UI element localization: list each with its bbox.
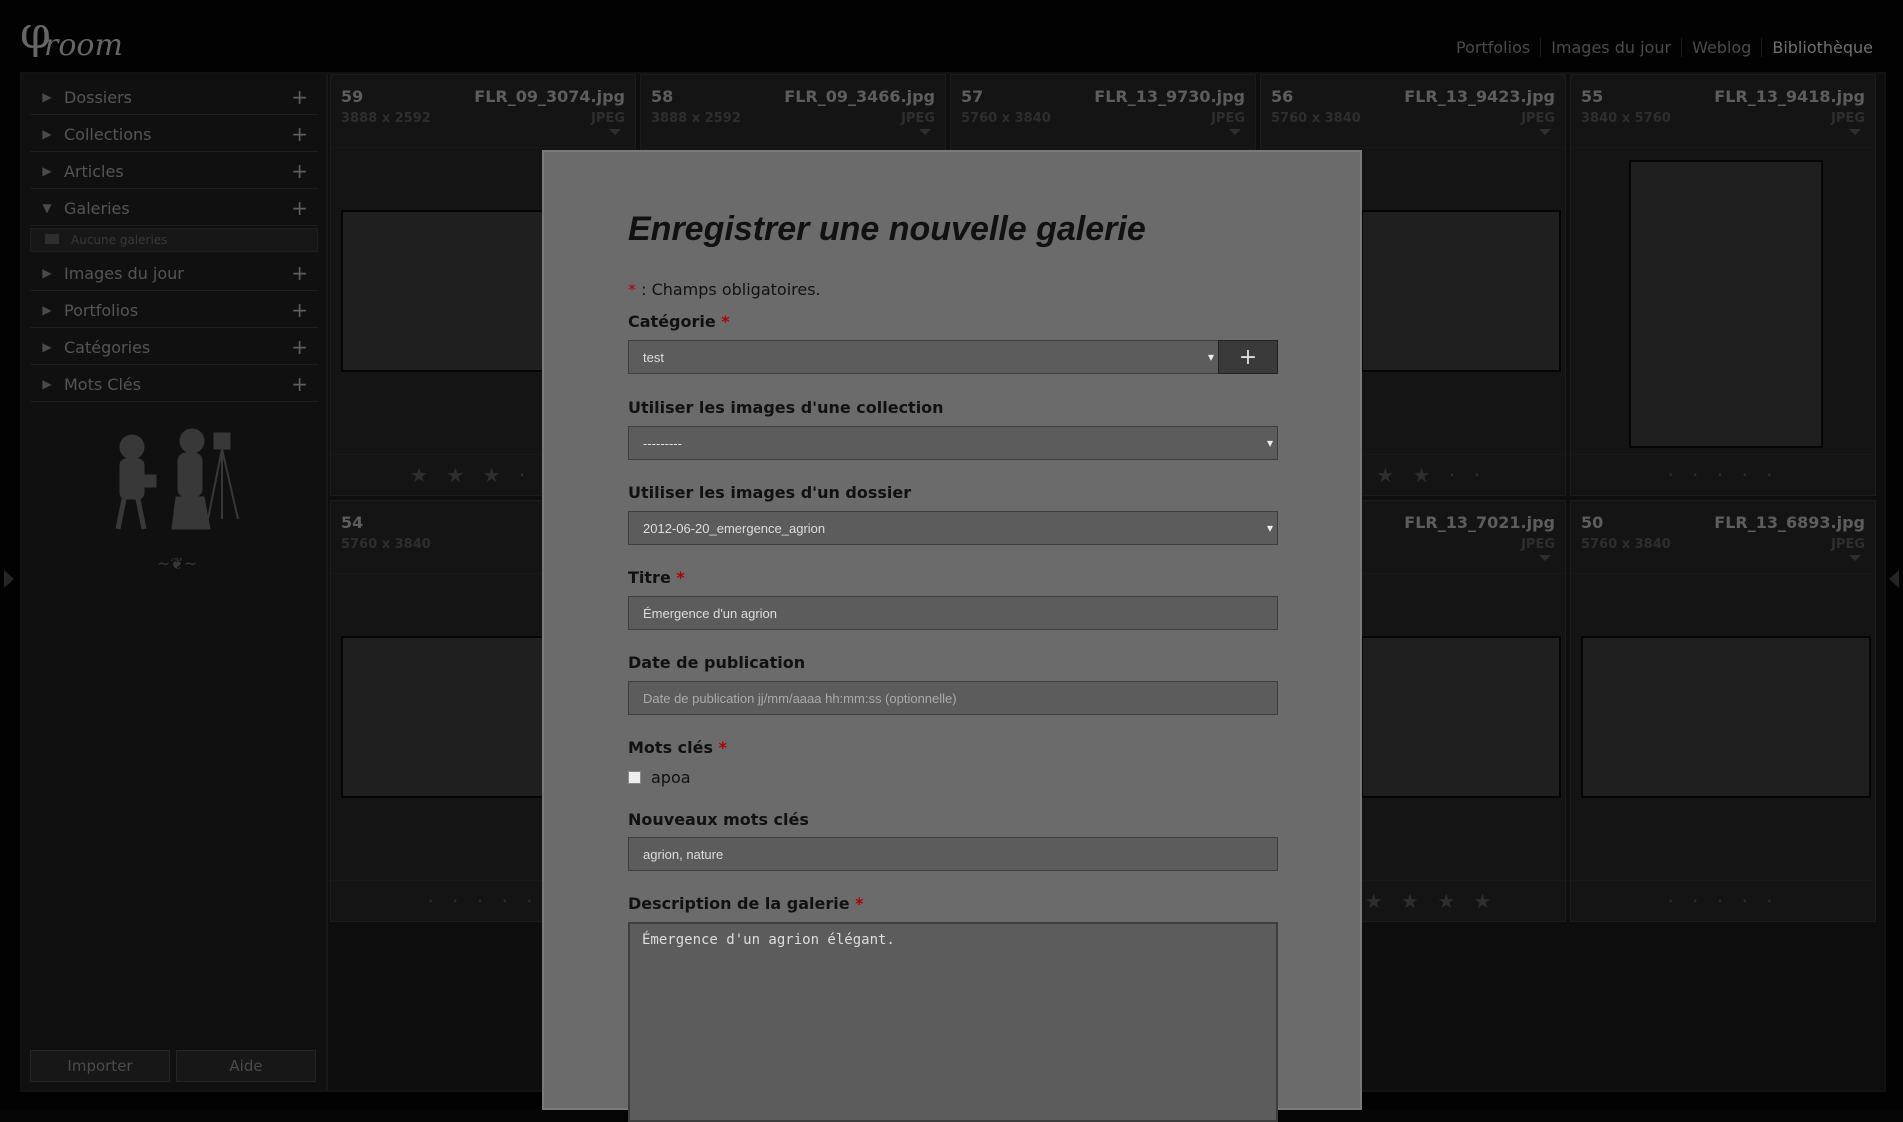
date-label: Date de publication: [628, 653, 806, 672]
description-label: Description de la galerie *: [628, 894, 864, 913]
required-star: *: [721, 312, 730, 331]
dossier-value: 2012-06-20_emergence_agrion: [643, 520, 826, 536]
categorie-label: Catégorie *: [628, 312, 730, 331]
titre-label: Titre *: [628, 568, 685, 587]
mots-cles-label-text: Mots clés: [628, 738, 713, 757]
titre-input[interactable]: Émergence d'un agrion: [628, 596, 1278, 630]
add-category-button[interactable]: +: [1218, 340, 1278, 374]
description-textarea[interactable]: Émergence d'un agrion élégant.: [628, 922, 1278, 1122]
required-star: *: [718, 738, 727, 757]
required-star: *: [676, 568, 685, 587]
mots-cles-label: Mots clés *: [628, 738, 727, 757]
required-note: * : Champs obligatoires.: [628, 280, 821, 299]
titre-label-text: Titre: [628, 568, 671, 587]
categorie-value: test: [643, 349, 664, 365]
dialog-title: Enregistrer une nouvelle galerie: [628, 210, 1146, 248]
titre-value: Émergence d'un agrion: [643, 605, 778, 621]
required-star: *: [855, 894, 864, 913]
keyword-option-apoa[interactable]: apoa: [628, 768, 691, 787]
required-note-text: : Champs obligatoires.: [636, 280, 821, 299]
plus-icon: +: [1238, 344, 1258, 370]
keyword-checkbox[interactable]: [628, 771, 641, 784]
dossier-label: Utiliser les images d'un dossier: [628, 483, 912, 502]
date-placeholder: Date de publication jj/mm/aaaa hh:mm:ss …: [643, 690, 957, 706]
nouveaux-input[interactable]: agrion, nature: [628, 837, 1278, 871]
collection-select[interactable]: ---------: [628, 426, 1278, 460]
keyword-label: apoa: [651, 768, 691, 787]
new-gallery-dialog: Enregistrer une nouvelle galerie * : Cha…: [542, 150, 1362, 1122]
categorie-label-text: Catégorie: [628, 312, 716, 331]
collection-label: Utiliser les images d'une collection: [628, 398, 944, 417]
collection-value: ---------: [643, 435, 682, 451]
nouveaux-label: Nouveaux mots clés: [628, 810, 809, 829]
nouveaux-value: agrion, nature: [643, 846, 724, 862]
description-label-text: Description de la galerie: [628, 894, 850, 913]
date-input[interactable]: Date de publication jj/mm/aaaa hh:mm:ss …: [628, 681, 1278, 715]
required-star: *: [628, 280, 636, 299]
categorie-select[interactable]: test: [628, 340, 1219, 374]
dossier-select[interactable]: 2012-06-20_emergence_agrion: [628, 511, 1278, 545]
